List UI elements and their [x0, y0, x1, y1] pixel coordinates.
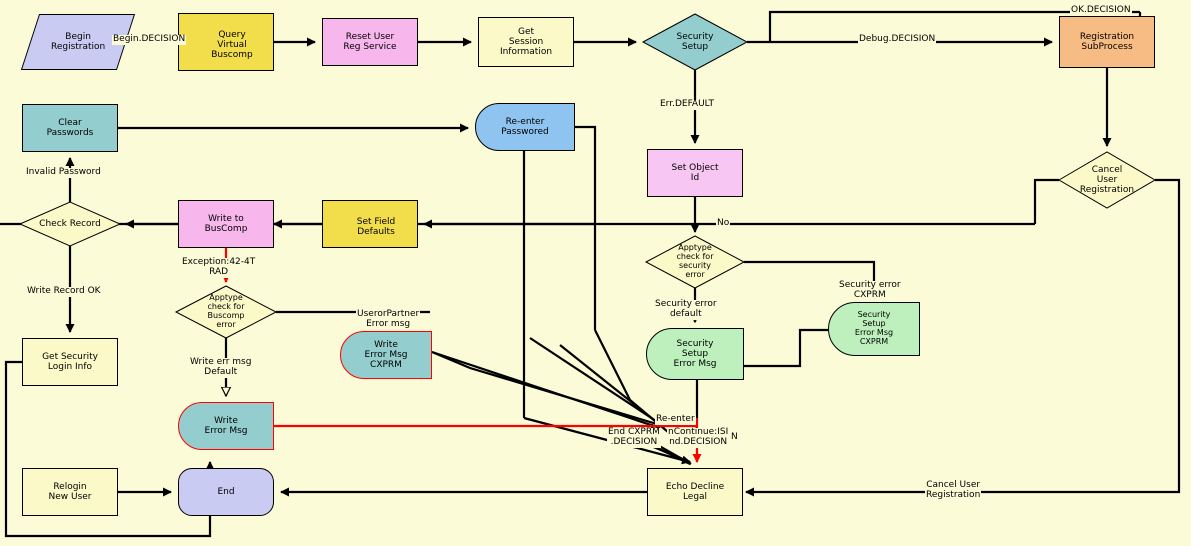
- node-label: Re-enter Passwored: [501, 116, 549, 137]
- node-get-security-login-info[interactable]: Get Security Login Info: [22, 338, 118, 386]
- node-security-setup-error-msg[interactable]: Security Setup Error Msg: [646, 328, 744, 380]
- node-label: Cancel User Registration: [1079, 164, 1135, 196]
- edge-label-exception-42-4t-rad: Exception:42-4T RAD: [181, 257, 257, 278]
- node-label: Apptype check for Buscomp error: [207, 293, 245, 329]
- edge-label-end-cxprm-decision: End CXPRM .DECISION: [607, 427, 661, 448]
- edge-label-n-suffix: N: [730, 432, 739, 443]
- edge-label-security-error-default: Security error default: [654, 299, 718, 320]
- edge-label-err-default: Err.DEFAULT: [659, 99, 715, 110]
- node-apptype-check-security[interactable]: Apptype check for security error: [644, 235, 746, 289]
- node-label: Security Setup Error Msg: [673, 338, 717, 370]
- node-write-error-msg[interactable]: Write Error Msg: [178, 402, 274, 450]
- node-label: Get Session Information: [499, 26, 553, 58]
- node-end[interactable]: End: [178, 468, 274, 516]
- node-label: Apptype check for security error: [676, 243, 714, 279]
- edge-label-no: No: [716, 218, 731, 229]
- node-apptype-check-buscomp[interactable]: Apptype check for Buscomp error: [174, 285, 278, 339]
- node-label: Query Virtual Buscomp: [211, 29, 253, 61]
- node-set-field-defaults[interactable]: Set Field Defaults: [322, 200, 418, 248]
- node-security-setup-error-msg-cxprm[interactable]: Security Setup Error Msg CXPRM: [828, 302, 920, 356]
- node-relogin-new-user[interactable]: Relogin New User: [22, 468, 118, 516]
- edge-label-cancel-user-registration-label: Cancel User Registration: [925, 480, 982, 501]
- wire-cancel-left-branch: [1033, 178, 1059, 224]
- node-clear-passwords[interactable]: Clear Passwords: [22, 104, 118, 152]
- node-re-enter-passwored[interactable]: Re-enter Passwored: [475, 103, 575, 151]
- edge-label-begin-decision: Begin.DECISION: [112, 34, 187, 45]
- edge-label-continue-isi-decision: nContinue:ISI nd.DECISION: [667, 427, 730, 448]
- node-get-session-information[interactable]: Get Session Information: [478, 17, 574, 67]
- node-label: Clear Passwords: [46, 117, 94, 138]
- edge-label-write-err-msg-default: Write err msg Default: [189, 357, 253, 378]
- workflow-diagram-canvas: Begin Registration Query Virtual Buscomp R…: [0, 0, 1191, 546]
- node-echo-decline-legal[interactable]: Echo Decline Legal: [647, 468, 743, 516]
- node-label: Security Setup: [676, 31, 714, 52]
- node-label: Write Error Msg CXPRM: [364, 339, 408, 371]
- node-label: Echo Decline Legal: [665, 481, 725, 502]
- node-label: Check Record: [39, 218, 101, 229]
- edge-label-useror-partner-error: UserorPartner Error msg: [356, 309, 421, 330]
- edge-label-debug-decision: Debug.DECISION: [858, 34, 937, 45]
- node-label: Write to BusComp: [204, 213, 248, 234]
- node-label: Begin Registration: [50, 31, 106, 52]
- edge-label-write-record-ok: Write Record OK: [26, 286, 102, 297]
- node-label: Write Error Msg: [204, 415, 248, 436]
- node-check-record[interactable]: Check Record: [18, 201, 122, 247]
- edge-label-security-error-cxprm: Security error CXPRM: [838, 280, 902, 301]
- node-label: Security Setup Error Msg CXPRM: [854, 310, 894, 346]
- node-label: Set Field Defaults: [356, 216, 396, 237]
- wire-cancel-right-branch: [745, 178, 1181, 497]
- node-security-setup[interactable]: Security Setup: [641, 13, 749, 71]
- node-label: Relogin New User: [48, 481, 92, 502]
- node-reset-user-reg-service[interactable]: Reset User Reg Service: [322, 18, 418, 66]
- edge-label-ok-decision: OK.DECISION: [1070, 5, 1132, 16]
- node-cancel-user-registration[interactable]: Cancel User Registration: [1058, 151, 1156, 209]
- node-registration-subprocess[interactable]: Registration SubProcess: [1059, 16, 1155, 68]
- node-set-object-id[interactable]: Set Object Id: [647, 149, 743, 197]
- connector-layer: [0, 10, 1181, 538]
- edge-label-re-enter-label: Re-enter: [655, 414, 696, 425]
- edge-label-invalid-password: Invalid Password: [25, 167, 102, 178]
- node-label: End: [217, 486, 235, 497]
- node-label: Reset User Reg Service: [343, 31, 397, 52]
- node-label: Registration SubProcess: [1079, 31, 1135, 52]
- node-query-virtual-buscomp[interactable]: Query Virtual Buscomp: [178, 13, 274, 71]
- node-write-error-msg-cxprm[interactable]: Write Error Msg CXPRM: [340, 331, 432, 379]
- node-label: Get Security Login Info: [42, 351, 98, 372]
- node-write-to-buscomp[interactable]: Write to BusComp: [178, 200, 274, 248]
- node-label: Set Object Id: [671, 162, 719, 183]
